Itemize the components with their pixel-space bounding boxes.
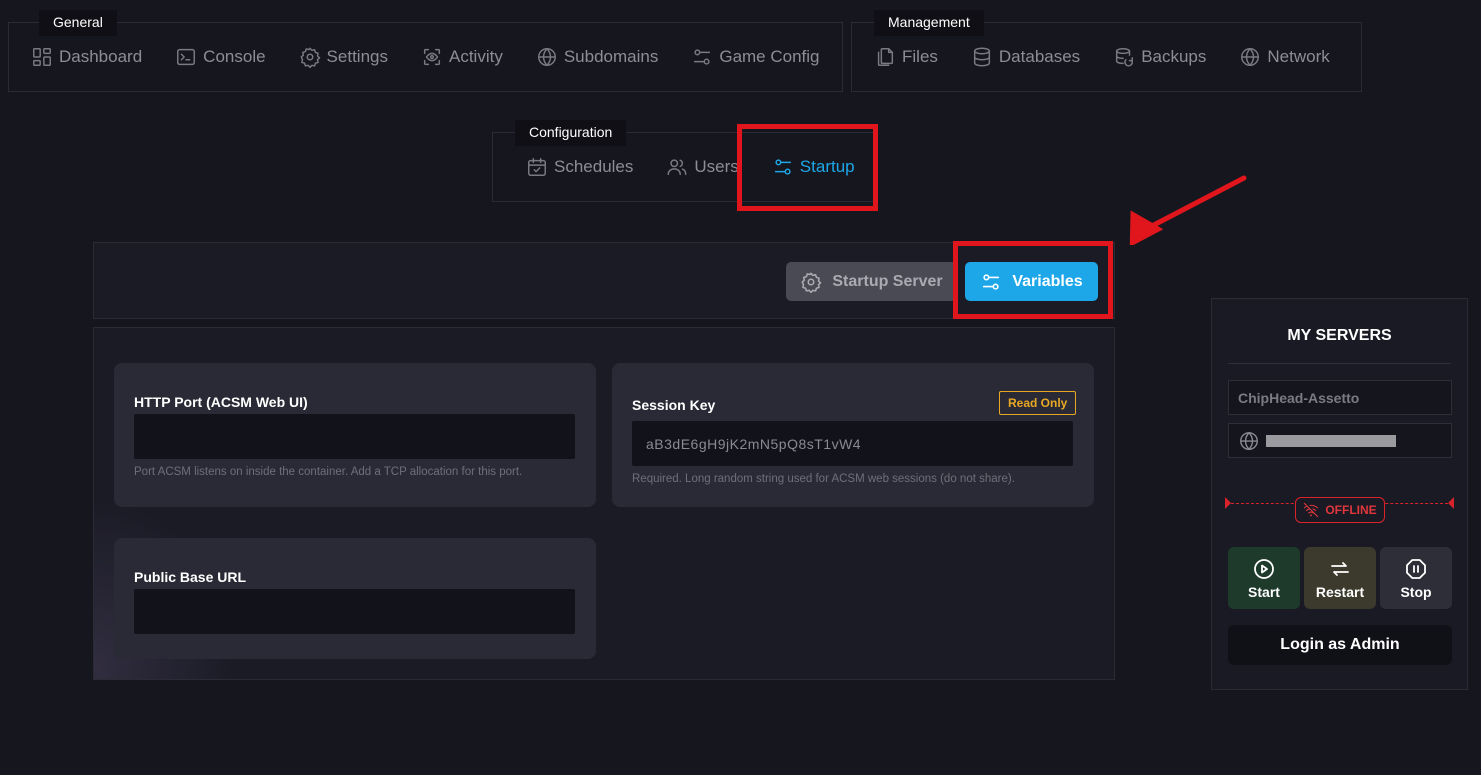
server-name[interactable]: ChipHead-Assetto	[1228, 380, 1452, 415]
nav-group-configuration: Configuration Schedules Users Startup	[492, 120, 877, 202]
backup-icon	[1116, 48, 1134, 67]
stop-label: Stop	[1400, 583, 1432, 600]
session-key-input[interactable]: aB3dE6gH9jK2mN5pQ8sT1vW4	[632, 421, 1073, 466]
startup-server-label: Startup Server	[832, 272, 943, 290]
nav-item-dashboard[interactable]: Dashboard	[31, 46, 142, 68]
stop-icon	[1406, 558, 1426, 579]
variable-help-text: Port ACSM listens on inside the containe…	[134, 466, 523, 478]
variable-help-text: Required. Long random string used for AC…	[632, 473, 1015, 485]
activity-icon	[423, 48, 441, 66]
globe-icon	[537, 48, 556, 66]
annotation-arrow-icon	[1129, 175, 1247, 245]
nav-item-databases[interactable]: Databases	[971, 46, 1080, 68]
login-as-admin-button[interactable]: Login as Admin	[1228, 625, 1452, 665]
globe-icon	[1241, 48, 1260, 66]
dashboard-icon	[33, 48, 51, 66]
users-icon	[667, 159, 687, 176]
gear-icon	[300, 47, 320, 68]
nav-item-files[interactable]: Files	[874, 46, 938, 68]
startup-toolbar	[93, 242, 1115, 319]
nav-item-game-config[interactable]: Game Config	[691, 46, 820, 68]
restart-label: Restart	[1315, 583, 1365, 600]
startup-server-button[interactable]: Startup Server	[786, 262, 957, 301]
sliders-icon	[694, 49, 711, 65]
nav-item-users[interactable]: Users	[666, 156, 739, 178]
start-label: Start	[1248, 583, 1280, 600]
wifi-off-icon	[1304, 502, 1319, 518]
nav-group-title: Configuration	[515, 120, 627, 146]
nav-item-label: Databases	[998, 47, 1081, 66]
play-icon	[1254, 558, 1274, 579]
nav-item-backups[interactable]: Backups	[1113, 46, 1206, 68]
variable-label: HTTP Port (ACSM Web UI)	[134, 394, 308, 410]
nav-item-console[interactable]: Console	[175, 46, 266, 68]
server-address[interactable]	[1228, 423, 1452, 458]
status-badge: OFFLINE	[1295, 497, 1385, 523]
nav-item-network[interactable]: Network	[1239, 46, 1330, 68]
nav-item-schedules[interactable]: Schedules	[526, 156, 633, 178]
database-icon	[973, 47, 990, 67]
divider	[1228, 363, 1451, 364]
variable-card-session-key: Session Key Read Only aB3dE6gH9jK2mN5pQ8…	[612, 363, 1094, 507]
variable-label: Session Key	[632, 397, 716, 413]
nav-item-label: Console	[203, 47, 266, 66]
public-base-url-input[interactable]	[134, 589, 575, 634]
nav-item-startup[interactable]: Startup	[772, 156, 855, 178]
calendar-icon	[528, 158, 546, 176]
sliders-icon	[774, 159, 791, 175]
nav-item-label: Network	[1267, 47, 1330, 66]
variable-card-http-port: HTTP Port (ACSM Web UI) Port ACSM listen…	[114, 363, 596, 507]
nav-item-subdomains[interactable]: Subdomains	[536, 46, 659, 68]
variables-label: Variables	[1012, 272, 1083, 290]
nav-item-label: Files	[902, 47, 938, 66]
repeat-icon	[1331, 561, 1349, 576]
console-icon	[177, 48, 196, 66]
nav-item-label: Settings	[326, 47, 388, 66]
sliders-icon	[983, 273, 1000, 290]
nav-item-label: Subdomains	[563, 47, 659, 66]
nav-group-general: General Dashboard Console Settings Activ…	[8, 10, 843, 92]
nav-group-title: Management	[874, 10, 984, 36]
start-button[interactable]: Start	[1228, 547, 1300, 609]
nav-group-management: Management Files Databases Backups Netwo…	[851, 10, 1362, 92]
restart-button[interactable]: Restart	[1304, 547, 1376, 609]
nav-item-label: Activity	[448, 47, 503, 66]
stop-button[interactable]: Stop	[1380, 547, 1452, 609]
nav-item-label: Users	[694, 157, 739, 176]
globe-icon	[1240, 431, 1258, 450]
status-text: OFFLINE	[1325, 503, 1377, 517]
nav-item-label: Startup	[799, 157, 855, 176]
variables-button[interactable]: Variables	[965, 262, 1098, 301]
sidebar-title: MY SERVERS	[1287, 327, 1392, 344]
variable-card-public-base-url: Public Base URL	[114, 538, 596, 659]
http-port-input[interactable]	[134, 414, 575, 459]
files-icon	[877, 48, 894, 66]
redacted-address	[1266, 434, 1396, 447]
variable-label: Public Base URL	[134, 569, 247, 585]
nav-item-label: Dashboard	[59, 47, 143, 66]
nav-item-label: Backups	[1141, 47, 1207, 66]
my-servers-sidebar: MY SERVERS ChipHead-Assetto OFFLINE Star…	[1211, 298, 1468, 690]
nav-group-title: General	[39, 10, 117, 36]
read-only-badge: Read Only	[999, 391, 1077, 415]
nav-item-label: Schedules	[554, 157, 634, 176]
nav-item-settings[interactable]: Settings	[299, 46, 388, 68]
gear-icon	[801, 272, 822, 293]
nav-item-label: Game Config	[719, 47, 820, 66]
nav-item-activity[interactable]: Activity	[421, 46, 503, 68]
